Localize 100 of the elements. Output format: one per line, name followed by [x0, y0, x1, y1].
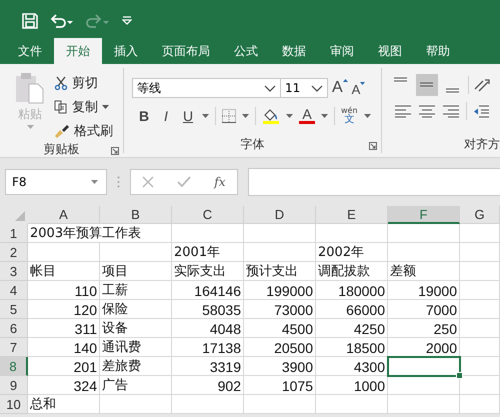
italic-button[interactable]: I	[158, 108, 174, 124]
table-cell[interactable]	[460, 300, 500, 319]
row-header[interactable]: 3	[0, 262, 28, 281]
table-cell[interactable]: 120	[28, 300, 100, 319]
table-cell[interactable]	[460, 395, 500, 414]
table-cell[interactable]: 199000	[244, 281, 316, 300]
column-header[interactable]: G	[460, 206, 500, 224]
table-cell[interactable]: 20500	[244, 338, 316, 357]
ribbon-tab[interactable]: 视图	[366, 38, 414, 64]
table-cell[interactable]: 311	[28, 319, 100, 338]
table-cell[interactable]	[460, 357, 500, 376]
undo-icon[interactable]	[50, 13, 74, 29]
dialog-launcher-icon[interactable]	[369, 142, 377, 150]
caret-icon[interactable]	[242, 114, 249, 118]
table-cell[interactable]: 58035	[172, 300, 244, 319]
formula-input[interactable]	[248, 168, 500, 196]
ribbon-tab[interactable]: 审阅	[318, 38, 366, 64]
column-header[interactable]: E	[316, 206, 388, 224]
table-cell[interactable]: 2000	[388, 338, 460, 357]
table-cell[interactable]	[388, 243, 460, 262]
table-cell[interactable]: 4048	[172, 319, 244, 338]
column-header[interactable]: A	[28, 206, 100, 224]
underline-button[interactable]: U	[180, 108, 196, 124]
table-cell[interactable]: 17138	[172, 338, 244, 357]
table-cell[interactable]: 902	[172, 376, 244, 395]
table-cell[interactable]: 设备	[100, 319, 172, 338]
table-cell[interactable]: 广告	[100, 376, 172, 395]
table-cell[interactable]	[388, 357, 460, 376]
table-cell[interactable]: 通讯费	[100, 338, 172, 357]
table-cell[interactable]: 差额	[388, 262, 460, 281]
bold-button[interactable]: B	[136, 108, 152, 124]
name-box[interactable]: F8	[5, 169, 107, 195]
table-cell[interactable]	[100, 395, 172, 414]
ribbon-tab[interactable]: 页面布局	[150, 38, 222, 64]
ribbon-tab[interactable]: 帮助	[414, 38, 462, 64]
table-cell[interactable]	[460, 338, 500, 357]
table-cell[interactable]	[244, 224, 316, 243]
table-cell[interactable]: 19000	[388, 281, 460, 300]
table-cell[interactable]	[316, 395, 388, 414]
table-cell[interactable]: 工薪	[100, 281, 172, 300]
row-header[interactable]: 10	[0, 395, 28, 414]
row-header[interactable]: 4	[0, 281, 28, 300]
redo-icon[interactable]	[86, 13, 110, 29]
table-cell[interactable]: 保险	[100, 300, 172, 319]
table-cell[interactable]: 4300	[316, 357, 388, 376]
table-cell[interactable]: 实际支出	[172, 262, 244, 281]
table-cell[interactable]: 4250	[316, 319, 388, 338]
decrease-indent-icon[interactable]	[473, 104, 489, 118]
table-cell[interactable]: 180000	[316, 281, 388, 300]
customize-icon[interactable]	[122, 16, 132, 26]
table-cell[interactable]: 140	[28, 338, 100, 357]
row-header[interactable]: 6	[0, 319, 28, 338]
ribbon-tab[interactable]: 开始	[54, 38, 102, 64]
table-cell[interactable]	[460, 243, 500, 262]
ribbon-tab[interactable]: 文件	[6, 38, 54, 64]
table-cell[interactable]	[388, 376, 460, 395]
table-cell[interactable]	[388, 395, 460, 414]
table-cell[interactable]: 调配拔款	[316, 262, 388, 281]
table-cell[interactable]: 帐目	[28, 262, 100, 281]
row-header[interactable]: 5	[0, 300, 28, 319]
table-cell[interactable]: 4500	[244, 319, 316, 338]
table-cell[interactable]	[460, 262, 500, 281]
table-cell[interactable]: 2001年	[172, 243, 244, 262]
check-icon[interactable]	[177, 176, 192, 188]
table-cell[interactable]: 3319	[172, 357, 244, 376]
align-center-icon[interactable]	[418, 104, 436, 118]
phonetic-button[interactable]: wén 文	[341, 106, 358, 125]
table-cell[interactable]: 7000	[388, 300, 460, 319]
table-cell[interactable]: 2002年	[316, 243, 388, 262]
ribbon-tab[interactable]: 公式	[222, 38, 270, 64]
table-cell[interactable]	[460, 319, 500, 338]
font-name-field[interactable]: 等线	[132, 78, 281, 98]
table-cell[interactable]	[244, 243, 316, 262]
row-header[interactable]: 2	[0, 243, 28, 262]
fill-color-icon[interactable]	[262, 108, 280, 124]
row-header[interactable]: 1	[0, 224, 28, 243]
align-left-icon[interactable]	[394, 104, 412, 118]
table-cell[interactable]: 3900	[244, 357, 316, 376]
column-header[interactable]: C	[172, 206, 244, 224]
font-color-button[interactable]: A	[299, 107, 315, 124]
table-cell[interactable]	[388, 224, 460, 243]
ribbon-tab[interactable]: 数据	[270, 38, 318, 64]
column-header[interactable]: F	[388, 206, 460, 224]
align-middle-icon[interactable]	[416, 74, 438, 96]
dialog-launcher-icon[interactable]	[111, 147, 119, 155]
font-size-field[interactable]: 11	[281, 78, 328, 98]
table-cell[interactable]: 250	[388, 319, 460, 338]
ribbon-tab[interactable]: 插入	[102, 38, 150, 64]
table-cell[interactable]: 1075	[244, 376, 316, 395]
table-cell[interactable]	[244, 395, 316, 414]
table-cell[interactable]	[460, 281, 500, 300]
caret-icon[interactable]	[286, 114, 293, 118]
table-cell[interactable]: 66000	[316, 300, 388, 319]
table-cell[interactable]: 2003年预算工作表	[28, 224, 172, 243]
table-cell[interactable]: 110	[28, 281, 100, 300]
table-cell[interactable]	[316, 224, 388, 243]
ribbon-command[interactable]: 格式刷	[54, 120, 113, 141]
table-cell[interactable]: 201	[28, 357, 100, 376]
table-cell[interactable]: 预计支出	[244, 262, 316, 281]
caret-icon[interactable]	[364, 114, 371, 118]
